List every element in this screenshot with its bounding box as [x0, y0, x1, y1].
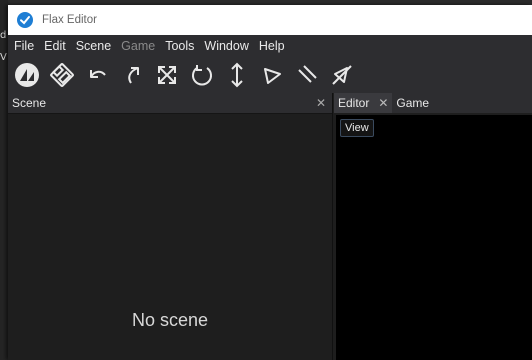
main-toolbar [8, 57, 532, 93]
close-icon[interactable]: ✕ [316, 97, 326, 109]
scene-panel-title[interactable]: Scene [12, 96, 46, 110]
play-button[interactable] [257, 60, 287, 90]
menu-scene[interactable]: Scene [71, 39, 116, 53]
undo-button[interactable] [82, 60, 112, 90]
scene-panel-header: Scene ✕ [8, 93, 332, 114]
view-button[interactable]: View [340, 119, 374, 137]
menu-edit[interactable]: Edit [39, 39, 71, 53]
pause-button[interactable] [292, 60, 322, 90]
background-window-edge: d V [0, 0, 8, 360]
close-icon[interactable]: ✕ [378, 96, 388, 110]
editor-panel: Editor ✕ Game View [334, 93, 532, 360]
pause-icon [298, 65, 317, 83]
flax-logo-button[interactable] [12, 60, 42, 90]
scene-panel: Scene ✕ No scene [8, 93, 333, 360]
rotate-icon [192, 65, 212, 86]
tab-game[interactable]: Game [392, 93, 433, 113]
scale-button[interactable] [152, 60, 182, 90]
undo-icon [90, 70, 106, 78]
redo-button[interactable] [117, 60, 147, 90]
scene-tree-area[interactable]: No scene [8, 114, 332, 360]
menu-window[interactable]: Window [199, 39, 253, 53]
editor-viewport[interactable]: View [336, 115, 532, 360]
tab-game-label: Game [396, 96, 430, 110]
flax-editor-window: Flax Editor File Edit Scene Game Tools W… [8, 5, 532, 360]
window-title: Flax Editor [42, 14, 97, 26]
step-button[interactable] [327, 60, 357, 90]
tab-editor[interactable]: Editor ✕ [334, 93, 393, 113]
flax-logo-icon [15, 63, 39, 87]
rotate-button[interactable] [187, 60, 217, 90]
menu-tools[interactable]: Tools [160, 39, 199, 53]
translate-icon [231, 62, 243, 88]
background-text-fragment: d [0, 30, 7, 41]
menu-help[interactable]: Help [254, 39, 290, 53]
translate-button[interactable] [222, 60, 252, 90]
save-button[interactable] [47, 60, 77, 90]
title-bar[interactable]: Flax Editor [8, 5, 532, 35]
menu-file[interactable]: File [8, 39, 39, 53]
flax-logo-icon [17, 12, 33, 28]
menu-bar: File Edit Scene Game Tools Window Help [8, 35, 532, 57]
step-icon [332, 65, 352, 85]
empty-scene-message: No scene [131, 310, 209, 330]
play-icon [264, 68, 281, 84]
save-icon [50, 63, 74, 87]
background-text-fragment: V [0, 52, 7, 63]
tab-editor-label: Editor [338, 96, 370, 110]
menu-game[interactable]: Game [116, 39, 160, 53]
redo-icon [128, 67, 139, 84]
scale-icon [158, 66, 176, 84]
editor-tab-strip: Editor ✕ Game [334, 93, 532, 113]
